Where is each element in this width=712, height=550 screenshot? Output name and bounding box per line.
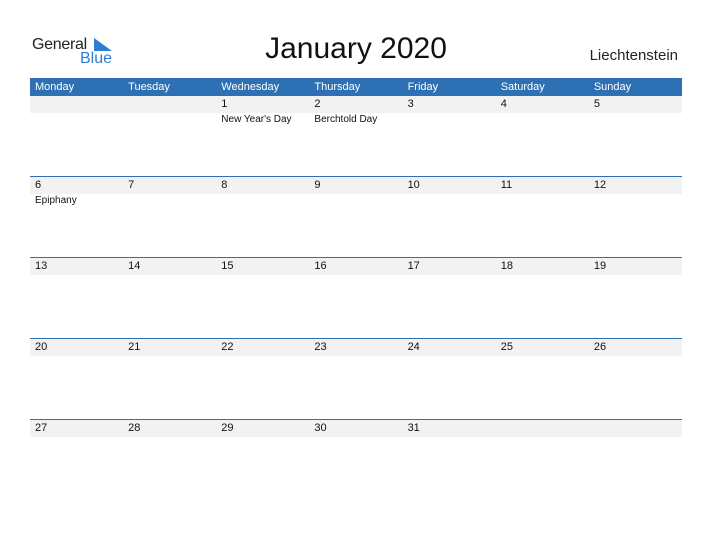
holiday-label xyxy=(589,437,682,438)
day-number: 25 xyxy=(500,341,513,353)
holiday-label: Epiphany xyxy=(35,195,77,206)
events-row xyxy=(30,275,682,276)
day-number-row: 13 14 15 16 17 18 19 xyxy=(30,258,682,275)
holiday-label xyxy=(216,275,309,276)
holiday-label xyxy=(403,194,496,206)
day-number: 21 xyxy=(128,341,141,353)
holiday-label xyxy=(309,275,402,276)
day-number: 8 xyxy=(221,179,228,191)
weekday-tuesday: Tuesday xyxy=(128,81,170,93)
day-number: 6 xyxy=(35,179,42,191)
week-row: 20 21 22 23 24 25 26 xyxy=(30,338,682,419)
day-number: 12 xyxy=(593,179,607,191)
holiday-label xyxy=(496,437,589,438)
day-number: 2 xyxy=(314,98,321,110)
day-number: 30 xyxy=(314,422,327,434)
day-number: 31 xyxy=(407,422,420,434)
holiday-label xyxy=(589,113,682,125)
weekday-sunday: Sunday xyxy=(593,81,632,93)
day-number: 26 xyxy=(593,341,607,353)
holiday-label xyxy=(123,356,216,357)
holiday-label xyxy=(123,437,216,438)
holiday-label: New Year's Day xyxy=(221,114,292,125)
holiday-label xyxy=(309,194,402,206)
day-number-row: 20 21 22 23 24 25 26 xyxy=(30,339,682,356)
day-number: 7 xyxy=(128,179,135,191)
day-number: 9 xyxy=(314,179,321,191)
week-row: 13 14 15 16 17 18 19 xyxy=(30,257,682,338)
holiday-label xyxy=(216,356,309,357)
day-number: 11 xyxy=(500,179,513,191)
weekday-header: Monday Tuesday Wednesday Thursday Friday… xyxy=(30,78,682,96)
day-number: 24 xyxy=(407,341,420,353)
day-number: 27 xyxy=(35,422,48,434)
events-row: Epiphany xyxy=(30,194,682,206)
events-row xyxy=(30,437,682,438)
events-row xyxy=(30,356,682,357)
holiday-label xyxy=(123,275,216,276)
day-number: 19 xyxy=(593,260,607,272)
day-number: 23 xyxy=(314,341,327,353)
holiday-label xyxy=(30,275,123,276)
day-number: 22 xyxy=(221,341,234,353)
country-label: Liechtenstein xyxy=(589,47,678,64)
day-number: 17 xyxy=(407,260,420,272)
holiday-label xyxy=(589,356,682,357)
holiday-label xyxy=(123,194,216,206)
weekday-thursday: Thursday xyxy=(314,81,361,93)
day-number-row: 6 7 8 9 10 11 12 xyxy=(30,177,682,194)
day-number xyxy=(589,420,682,437)
day-number: 1 xyxy=(221,98,228,110)
week-row: 1 2 3 4 5 New Year's Day Berchtold Day xyxy=(30,96,682,176)
day-number: 20 xyxy=(35,341,48,353)
holiday-label xyxy=(30,356,123,357)
weekday-saturday: Saturday xyxy=(500,81,545,93)
day-number: 3 xyxy=(407,98,414,110)
calendar-grid: Monday Tuesday Wednesday Thursday Friday… xyxy=(30,78,682,500)
day-number xyxy=(30,96,123,113)
day-number: 10 xyxy=(407,179,420,191)
day-number: 13 xyxy=(35,260,48,272)
holiday-label xyxy=(216,194,309,206)
holiday-label xyxy=(589,194,682,206)
holiday-label xyxy=(309,356,402,357)
day-number-row: 27 28 29 30 31 xyxy=(30,420,682,437)
day-number: 15 xyxy=(221,260,234,272)
day-number: 29 xyxy=(221,422,234,434)
holiday-label: Berchtold Day xyxy=(314,114,378,125)
day-number: 14 xyxy=(128,260,141,272)
day-number-row: 1 2 3 4 5 xyxy=(30,96,682,113)
holiday-label xyxy=(496,275,589,276)
day-number: 18 xyxy=(500,260,513,272)
day-number: 4 xyxy=(500,98,507,110)
holiday-label xyxy=(403,356,496,357)
weeks-container: 1 2 3 4 5 New Year's Day Berchtold Day 6 7 8 9 10 11… xyxy=(30,96,682,500)
holiday-label xyxy=(403,275,496,276)
holiday-label xyxy=(496,194,589,206)
holiday-label xyxy=(496,356,589,357)
week-row: 27 28 29 30 31 xyxy=(30,419,682,500)
holiday-label xyxy=(30,437,123,438)
week-row: 6 7 8 9 10 11 12 Epiphany xyxy=(30,176,682,257)
day-number: 5 xyxy=(593,98,600,110)
weekday-friday: Friday xyxy=(407,81,439,93)
holiday-label xyxy=(30,113,123,125)
weekday-monday: Monday xyxy=(35,81,75,93)
holiday-label xyxy=(123,113,216,125)
events-row: New Year's Day Berchtold Day xyxy=(30,113,682,125)
holiday-label xyxy=(496,113,589,125)
day-number: 16 xyxy=(314,260,327,272)
holiday-label xyxy=(589,275,682,276)
weekday-wednesday: Wednesday xyxy=(221,81,280,93)
day-number xyxy=(123,96,216,113)
holiday-label xyxy=(403,437,496,438)
day-number: 28 xyxy=(128,422,141,434)
holiday-label xyxy=(403,113,496,125)
holiday-label xyxy=(216,437,309,438)
day-number xyxy=(496,420,589,437)
holiday-label xyxy=(309,437,402,438)
